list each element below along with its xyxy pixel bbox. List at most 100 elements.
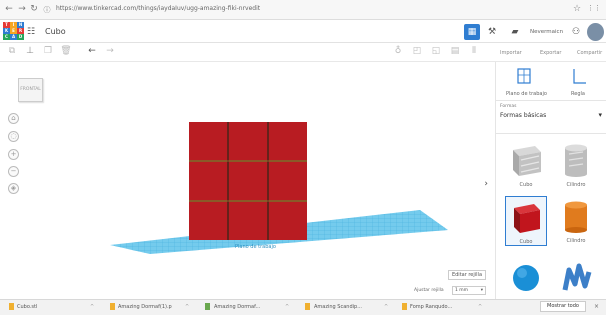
tools-icon[interactable]: ⚒: [484, 24, 500, 40]
chevron-up-icon[interactable]: ^: [90, 304, 94, 310]
shape-box-solid[interactable]: Cubo: [505, 196, 547, 246]
workplane-canvas[interactable]: Plano de trabajo ›: [60, 62, 492, 299]
undo-icon[interactable]: ←: [86, 46, 98, 56]
sphere-shape-icon: [513, 265, 539, 291]
panel-divider: [495, 133, 606, 134]
orange-cylinder-shape-icon: [565, 201, 587, 233]
download-item[interactable]: Amazing Scandip...: [314, 304, 362, 310]
address-bar[interactable]: https://www.tinkercad.com/things/iaydaIu…: [56, 5, 260, 12]
category-caption: Formas: [500, 104, 517, 109]
grid-view-icon[interactable]: ▦: [464, 24, 480, 40]
forward-arrow-icon[interactable]: →: [17, 4, 27, 14]
snap-grid-select[interactable]: 1 mm ▾: [452, 286, 486, 295]
cube[interactable]: [189, 162, 227, 200]
chevron-down-icon: ▾: [598, 111, 602, 119]
ruler-icon: [573, 69, 586, 84]
chevron-up-icon[interactable]: ^: [384, 304, 388, 310]
designs-grid-icon[interactable]: ☷: [27, 27, 35, 37]
show-all-downloads-button[interactable]: Mostrar todo: [540, 301, 586, 312]
fit-view-icon[interactable]: ◌: [8, 131, 19, 142]
panel-divider: [495, 100, 606, 101]
cylinder-shape-icon: [565, 144, 587, 177]
zoom-out-icon[interactable]: −: [8, 166, 19, 177]
menu-icon[interactable]: ⋮⋮: [587, 4, 601, 12]
briefcase-icon[interactable]: ▰: [507, 24, 523, 40]
download-item[interactable]: Cubo.stl: [17, 304, 37, 310]
zoom-in-icon[interactable]: +: [8, 149, 19, 160]
file-icon: [305, 303, 310, 310]
workplane-label: Plano de trabajo: [235, 244, 276, 250]
star-icon[interactable]: ☆: [572, 4, 582, 14]
avatar[interactable]: [587, 23, 604, 41]
shape-cylinder[interactable]: Cilindro: [555, 140, 597, 190]
chevron-up-icon[interactable]: ^: [478, 304, 482, 310]
user-name[interactable]: Nevermaicn: [530, 29, 563, 35]
add-user-icon[interactable]: ⚇: [568, 24, 584, 40]
file-icon: [110, 303, 115, 310]
copy-icon[interactable]: ⧉: [6, 46, 18, 56]
shape-label: Cilindro: [566, 182, 586, 188]
reload-icon[interactable]: ↻: [29, 4, 39, 14]
cube[interactable]: [229, 162, 267, 200]
download-item[interactable]: Fomp Ranqudo...: [410, 304, 452, 310]
workplane-tool[interactable]: Plano de trabajo: [506, 67, 547, 97]
back-arrow-icon[interactable]: ←: [4, 4, 14, 14]
ungroup-icon[interactable]: ◱: [430, 46, 442, 56]
export-button[interactable]: Exportar: [540, 50, 562, 56]
light-icon[interactable]: ♁: [392, 46, 404, 56]
red-box-shape-icon: [514, 204, 540, 233]
snap-grid-value: 1 mm: [455, 288, 469, 293]
shape-label: Cilindro: [566, 238, 586, 244]
cube[interactable]: [269, 162, 307, 200]
workplane-tool-label: Plano de trabajo: [506, 91, 547, 97]
scribble-shape-icon: [562, 263, 592, 291]
shape-label: Cubo: [519, 182, 533, 188]
view-cube[interactable]: FRONTAL: [18, 78, 43, 102]
duplicate-icon[interactable]: ❐: [42, 46, 54, 56]
ruler-tool[interactable]: Regla: [560, 67, 596, 97]
delete-icon[interactable]: 🗑: [60, 46, 72, 56]
redo-icon[interactable]: →: [104, 46, 116, 56]
cube-stack[interactable]: [189, 122, 307, 240]
download-item[interactable]: Amazing Dormaf...: [214, 304, 260, 310]
shape-cylinder-solid[interactable]: Cilindro: [555, 196, 597, 246]
file-icon: [402, 303, 407, 310]
file-icon: [205, 303, 210, 310]
cube[interactable]: [189, 202, 227, 240]
download-item[interactable]: Amazing Dormaf(1).p: [118, 304, 172, 310]
box-shape-icon: [513, 146, 541, 176]
group-icon[interactable]: ◰: [411, 46, 423, 56]
browser-toolbar: ← → ↻ ⓘ https://www.tinkercad.com/things…: [0, 0, 606, 20]
workplane-tool-icon: [517, 68, 531, 84]
import-button[interactable]: Importar: [500, 50, 522, 56]
chevron-down-icon: ▾: [480, 288, 483, 293]
paste-icon[interactable]: ⊥: [24, 46, 36, 56]
chevron-up-icon[interactable]: ^: [285, 304, 289, 310]
shape-sphere[interactable]: [505, 256, 547, 296]
cube[interactable]: [229, 122, 267, 160]
shape-label: Cubo: [519, 239, 533, 245]
mirror-icon[interactable]: ⫴: [468, 46, 480, 56]
snap-grid-label: Ajustar rejilla: [414, 288, 444, 293]
ruler-tool-label: Regla: [571, 91, 585, 97]
file-icon: [9, 303, 14, 310]
perspective-icon[interactable]: ◈: [8, 183, 19, 194]
align-icon[interactable]: ▤: [449, 46, 461, 56]
home-view-icon[interactable]: ⌂: [8, 113, 19, 124]
category-value: Formas básicas: [500, 112, 547, 119]
share-button[interactable]: Compartir: [577, 50, 602, 56]
design-title[interactable]: Cubo: [45, 27, 66, 36]
chevron-right-icon[interactable]: ›: [484, 179, 488, 189]
tinkercad-logo[interactable]: TIN KER CAD: [3, 22, 24, 41]
close-icon[interactable]: ×: [594, 303, 599, 310]
lock-icon: ⓘ: [43, 6, 51, 14]
chevron-up-icon[interactable]: ^: [185, 304, 189, 310]
cube[interactable]: [269, 202, 307, 240]
shape-scribble[interactable]: [555, 256, 597, 296]
shape-category-select[interactable]: Formas básicas ▾: [498, 110, 604, 122]
edit-grid-button[interactable]: Editar rejilla: [448, 270, 486, 280]
cube[interactable]: [269, 122, 307, 160]
cube[interactable]: [229, 202, 267, 240]
shape-box[interactable]: Cubo: [505, 140, 547, 190]
cube[interactable]: [189, 122, 227, 160]
